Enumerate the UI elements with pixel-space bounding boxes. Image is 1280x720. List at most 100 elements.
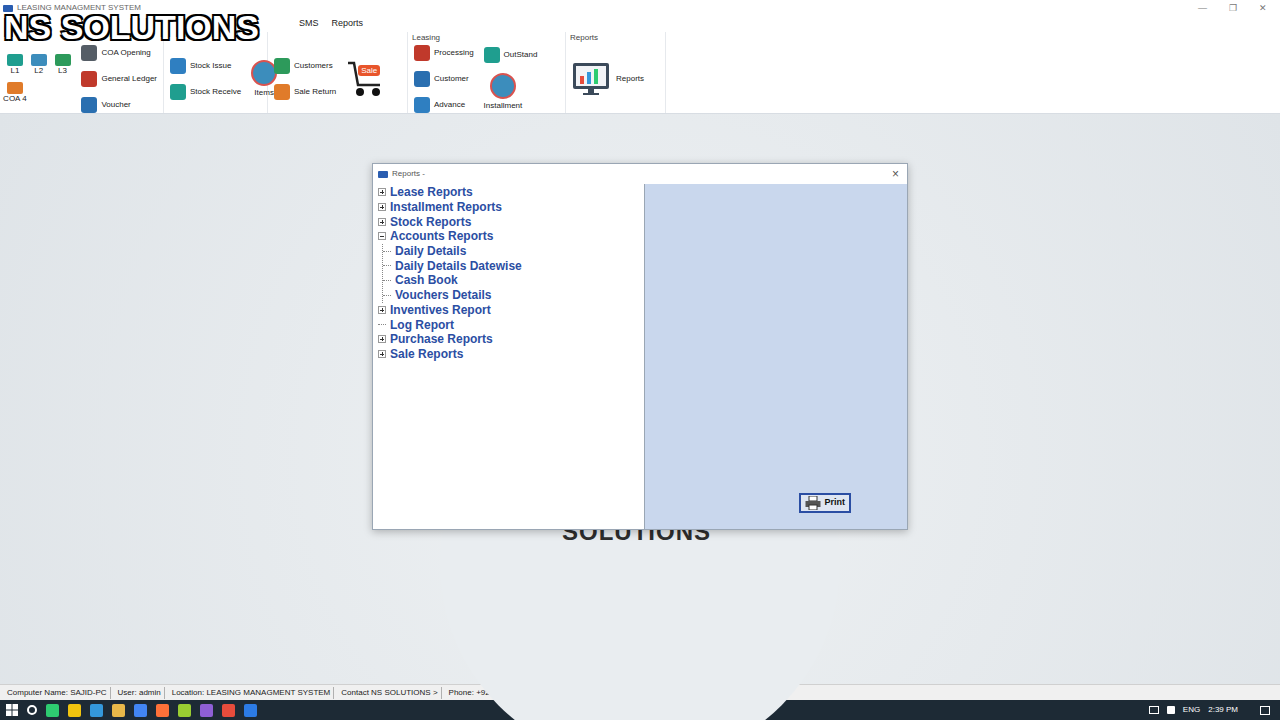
- tree-item[interactable]: Daily Details Datewise: [383, 258, 644, 273]
- close-button[interactable]: ×: [892, 168, 902, 180]
- tree-node: Purchase Reports: [378, 332, 644, 347]
- ribbon: L1 L2 L3 COA 4 COA Opening General Ledger Vouc…: [0, 32, 1280, 114]
- taskbar-app-icon[interactable]: [178, 704, 191, 717]
- tree-item[interactable]: Accounts Reports: [378, 229, 644, 244]
- tree-node: Sale Reports: [378, 347, 644, 362]
- ledger-icon: [7, 54, 23, 66]
- taskbar-app-icon[interactable]: [90, 704, 103, 717]
- ribbon-group: L1 L2 L3 COA 4 COA Opening General Ledger Vouc…: [0, 32, 164, 113]
- chart-icon: [572, 62, 610, 96]
- ribbon-group: ReportsReports: [566, 32, 666, 113]
- clock[interactable]: 2:39 PM: [1208, 704, 1238, 716]
- ribbon-button[interactable]: Voucher: [81, 97, 130, 113]
- tree-item[interactable]: Vouchers Details: [383, 288, 644, 303]
- tray-volume-icon[interactable]: [1167, 706, 1175, 714]
- print-button[interactable]: Print: [799, 493, 851, 513]
- ribbon-group: Customers Sale Return Sale: [268, 32, 408, 113]
- tree-node: Stock Reports: [378, 214, 644, 229]
- status-item: Location: LEASING MANAGMENT SYSTEM: [169, 687, 335, 699]
- tree-children: Daily DetailsDaily Details DatewiseCash …: [382, 244, 644, 303]
- tree-item[interactable]: Stock Reports: [378, 214, 644, 229]
- tree-toggle[interactable]: [378, 232, 386, 240]
- tree-toggle[interactable]: [378, 335, 386, 343]
- dialog-title-bar: Reports -×: [373, 164, 907, 184]
- ribbon-column: Reports: [572, 62, 644, 96]
- notification-icon[interactable]: [1260, 706, 1270, 715]
- ribbon-button[interactable]: OutStand: [484, 47, 538, 63]
- taskbar-app-icon[interactable]: [156, 704, 169, 717]
- tree-toggle[interactable]: [378, 350, 386, 358]
- ribbon-button[interactable]: General Ledger: [81, 71, 157, 87]
- ribbon-button[interactable]: Installment: [484, 73, 523, 111]
- ribbon-button[interactable]: Processing: [414, 45, 474, 61]
- tree-toggle[interactable]: [378, 306, 386, 314]
- taskbar-app-icon[interactable]: [46, 704, 59, 717]
- tree-node: Accounts ReportsDaily DetailsDaily Detai…: [378, 229, 644, 302]
- report-tree: Lease ReportsInstallment ReportsStock Re…: [373, 184, 645, 529]
- ribbon-button[interactable]: Customer: [414, 71, 469, 87]
- sale-badge: Sale: [358, 65, 380, 76]
- ribbon-column: Stock Issue Stock Receive: [170, 58, 241, 100]
- app-screen: LEASING MANAGMENT SYSTEM—❐✕SMSReportsL1L…: [0, 0, 1280, 720]
- taskbar-app-icon[interactable]: [134, 704, 147, 717]
- ribbon-column: Sale: [346, 59, 388, 99]
- ribbon-item-icon: [170, 58, 186, 74]
- ribbon-column: Processing Customer Advance: [414, 45, 474, 113]
- ribbon-column: COA Opening General Ledger Voucher: [81, 45, 157, 113]
- window-control-button[interactable]: ✕: [1259, 2, 1267, 14]
- tree-node: Log Report: [378, 317, 644, 332]
- ribbon-button[interactable]: Stock Issue: [170, 58, 231, 74]
- taskbar-app-icon[interactable]: [222, 704, 235, 717]
- tree-item[interactable]: Inventives Report: [378, 303, 644, 318]
- ribbon-column: Customers Sale Return: [274, 58, 336, 100]
- ribbon-item-icon: [81, 71, 97, 87]
- reports-button[interactable]: Reports: [572, 62, 644, 96]
- tray-network-icon[interactable]: [1149, 706, 1159, 714]
- menu-item[interactable]: Reports: [332, 17, 364, 31]
- tree-item[interactable]: Purchase Reports: [378, 332, 644, 347]
- tree-toggle[interactable]: [378, 218, 386, 226]
- ribbon-button[interactable]: Customers: [274, 58, 333, 74]
- window-control-button[interactable]: —: [1198, 2, 1207, 14]
- ribbon-button[interactable]: Sale Return: [274, 84, 336, 100]
- ribbon-button[interactable]: Advance: [414, 97, 465, 113]
- ribbon-button[interactable]: Stock Receive: [170, 84, 241, 100]
- printer-icon: [805, 496, 821, 510]
- tree-item[interactable]: Daily Details: [383, 244, 644, 259]
- ribbon-item-icon: [170, 84, 186, 100]
- windows-start-icon[interactable]: [6, 704, 18, 716]
- language-indicator[interactable]: ENG: [1183, 704, 1200, 716]
- ribbon-item-icon: [274, 84, 290, 100]
- tree-item[interactable]: Cash Book: [383, 273, 644, 288]
- ribbon-button[interactable]: L2: [30, 54, 48, 76]
- ribbon-group: LeasingProcessingCustomerAdvanceOutStand…: [408, 32, 566, 113]
- taskbar-app-icon[interactable]: [68, 704, 81, 717]
- status-item: Computer Name: SAJID-PC: [4, 687, 111, 699]
- tree-node: Installment Reports: [378, 200, 644, 215]
- ribbon-button[interactable]: COA Opening: [81, 45, 150, 61]
- ribbon-item-icon: [490, 73, 516, 99]
- ribbon-item-icon: [484, 47, 500, 63]
- tree-toggle[interactable]: [378, 188, 386, 196]
- tree-item[interactable]: Installment Reports: [378, 200, 644, 215]
- tree-toggle[interactable]: [378, 203, 386, 211]
- ribbon-item-icon: [81, 97, 97, 113]
- tree-item[interactable]: Sale Reports: [378, 347, 644, 362]
- ribbon-button[interactable]: L1: [6, 54, 24, 76]
- tree-item[interactable]: Lease Reports: [378, 185, 644, 200]
- ribbon-button[interactable]: L3: [54, 54, 72, 76]
- ribbon-item-icon: [414, 71, 430, 87]
- tree-item[interactable]: Log Report: [378, 317, 644, 332]
- menu-item[interactable]: SMS: [299, 17, 319, 31]
- window-control-button[interactable]: ❐: [1229, 2, 1237, 14]
- taskbar-app-icon[interactable]: [200, 704, 213, 717]
- ribbon-button[interactable]: COA 4: [6, 82, 24, 104]
- taskbar-app-icon[interactable]: [112, 704, 125, 717]
- status-item: User: admin: [115, 687, 165, 699]
- taskbar-app-icon[interactable]: [244, 704, 257, 717]
- search-icon[interactable]: [27, 705, 37, 715]
- ribbon-item-icon: [414, 45, 430, 61]
- ledger-icon: [55, 54, 71, 66]
- ledger-icon: [7, 82, 23, 94]
- sale-button[interactable]: Sale: [346, 59, 388, 99]
